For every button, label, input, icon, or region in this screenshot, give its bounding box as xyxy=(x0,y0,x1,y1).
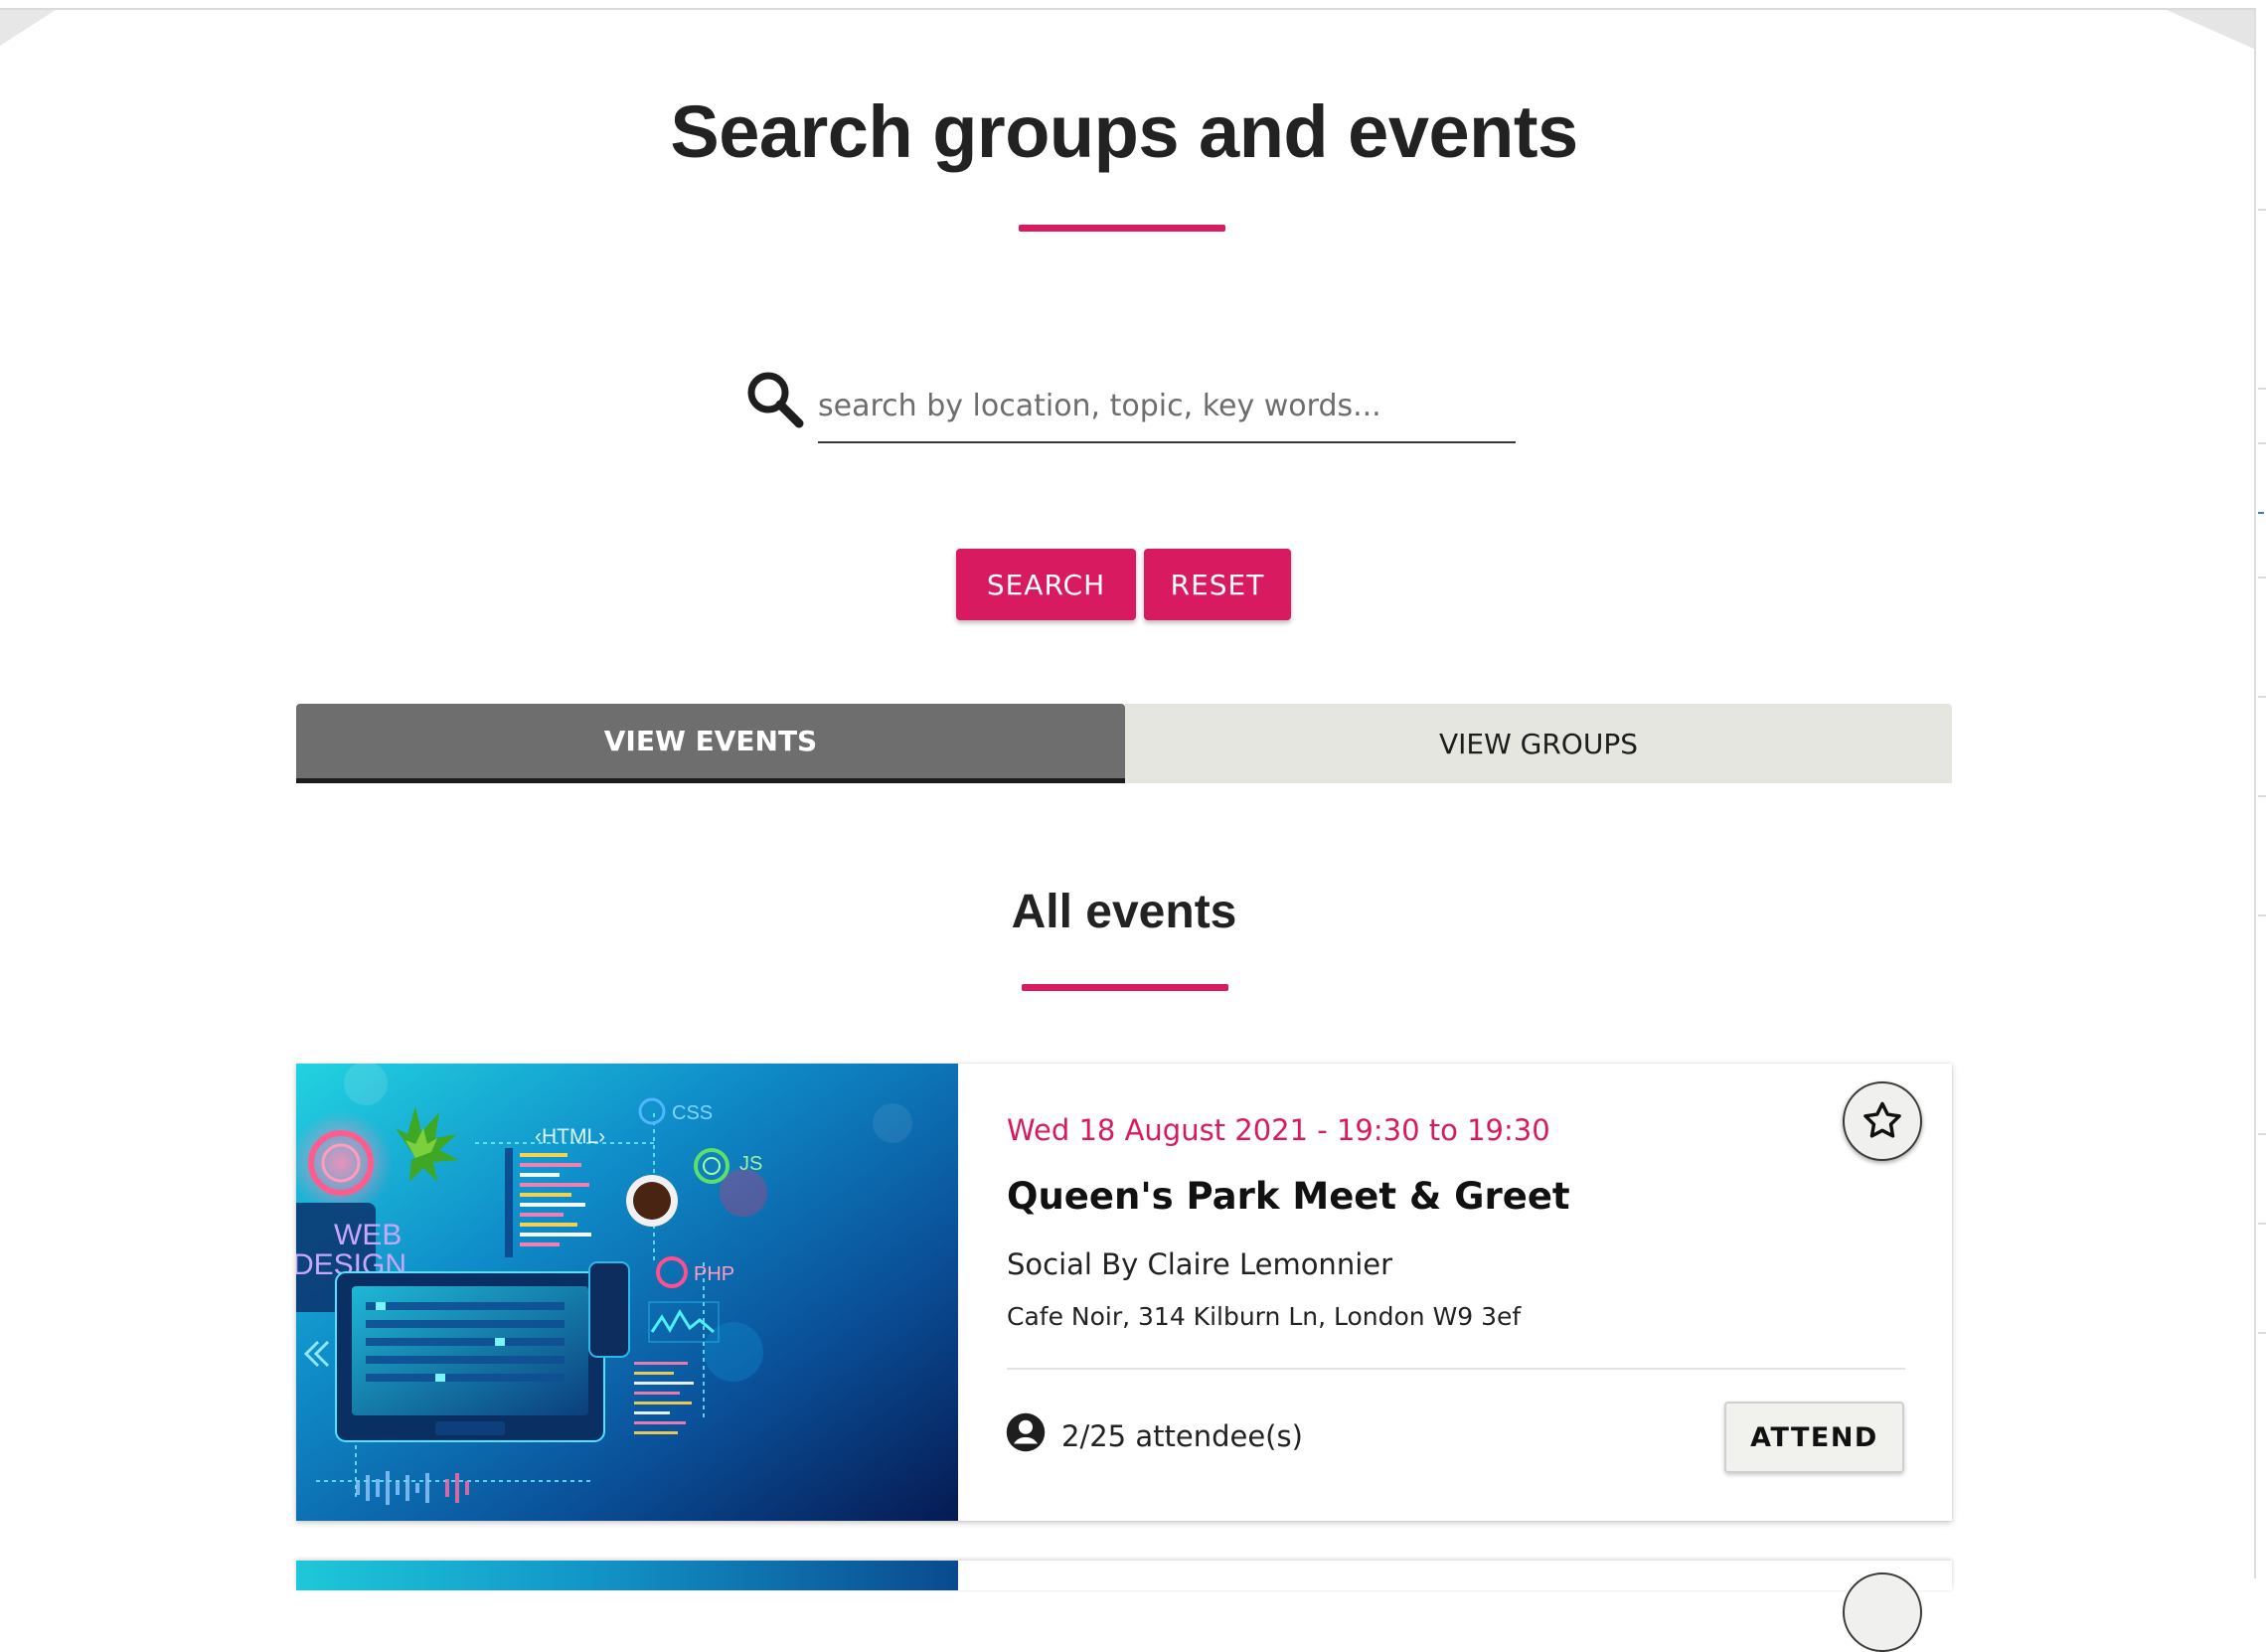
scrollbar-tick xyxy=(2258,577,2266,578)
page-title: Search groups and events xyxy=(670,90,1578,173)
event-date: Wed 18 August 2021 - 19:30 to 19:30 xyxy=(1007,1113,1550,1147)
event-card-next[interactable] xyxy=(296,1561,1952,1652)
scrollbar-tick xyxy=(2258,209,2266,211)
tab-view-events[interactable]: VIEW EVENTS xyxy=(296,704,1125,783)
favorite-button[interactable] xyxy=(1843,1081,1922,1161)
scrollbar-tick xyxy=(2258,1133,2266,1135)
window-corner-left xyxy=(0,10,56,46)
reset-button[interactable]: RESET xyxy=(1144,549,1291,620)
window-corner-right xyxy=(2167,10,2256,50)
section-title: All events xyxy=(1011,886,1237,938)
section-underline xyxy=(1022,984,1228,991)
page-scrollbar[interactable] xyxy=(2254,10,2266,1578)
search-input[interactable] xyxy=(818,370,1516,443)
event-card[interactable]: CSS JS ‹HTML› PHP WEB DESIGN Wed 18 Augu… xyxy=(296,1064,1952,1521)
image-label-html: ‹HTML› xyxy=(535,1125,605,1148)
scrollbar-tick xyxy=(2258,696,2266,698)
view-tabs: VIEW EVENTS VIEW GROUPS xyxy=(296,704,1952,783)
title-underline xyxy=(1019,225,1225,232)
search-button[interactable]: SEARCH xyxy=(956,549,1136,620)
scrollbar-tick xyxy=(2258,914,2266,916)
image-label-css: CSS xyxy=(672,1102,713,1124)
event-image: CSS JS ‹HTML› PHP WEB DESIGN xyxy=(296,1064,958,1521)
event-organizer: Social By Claire Lemonnier xyxy=(1007,1247,1393,1281)
attendee-count: 2/25 attendee(s) xyxy=(1061,1419,1303,1453)
scrollbar-tick xyxy=(2258,388,2266,390)
attend-button[interactable]: ATTEND xyxy=(1724,1402,1904,1473)
image-label-web: WEB xyxy=(334,1219,402,1251)
star-outline-icon xyxy=(1863,1101,1901,1138)
favorite-button-next[interactable] xyxy=(1843,1572,1922,1652)
search-icon xyxy=(743,368,807,431)
scrollbar-tick xyxy=(2258,1223,2266,1225)
event-address: Cafe Noir, 314 Kilburn Ln, London W9 3ef xyxy=(1007,1302,1522,1331)
event-title[interactable]: Queen's Park Meet & Greet xyxy=(1007,1175,1570,1218)
image-label-php: PHP xyxy=(694,1263,734,1285)
scrollbar-tick xyxy=(2258,442,2266,444)
person-icon xyxy=(1005,1411,1047,1453)
scrollbar-thumb[interactable] xyxy=(2258,512,2264,514)
scrollbar-tick xyxy=(2258,1332,2266,1334)
image-label-js: JS xyxy=(739,1153,762,1175)
event-image-next xyxy=(296,1561,958,1590)
window-top-border xyxy=(0,8,2256,10)
scrollbar-tick xyxy=(2258,795,2266,797)
tab-view-groups[interactable]: VIEW GROUPS xyxy=(1125,704,1952,783)
card-divider xyxy=(1007,1368,1905,1370)
